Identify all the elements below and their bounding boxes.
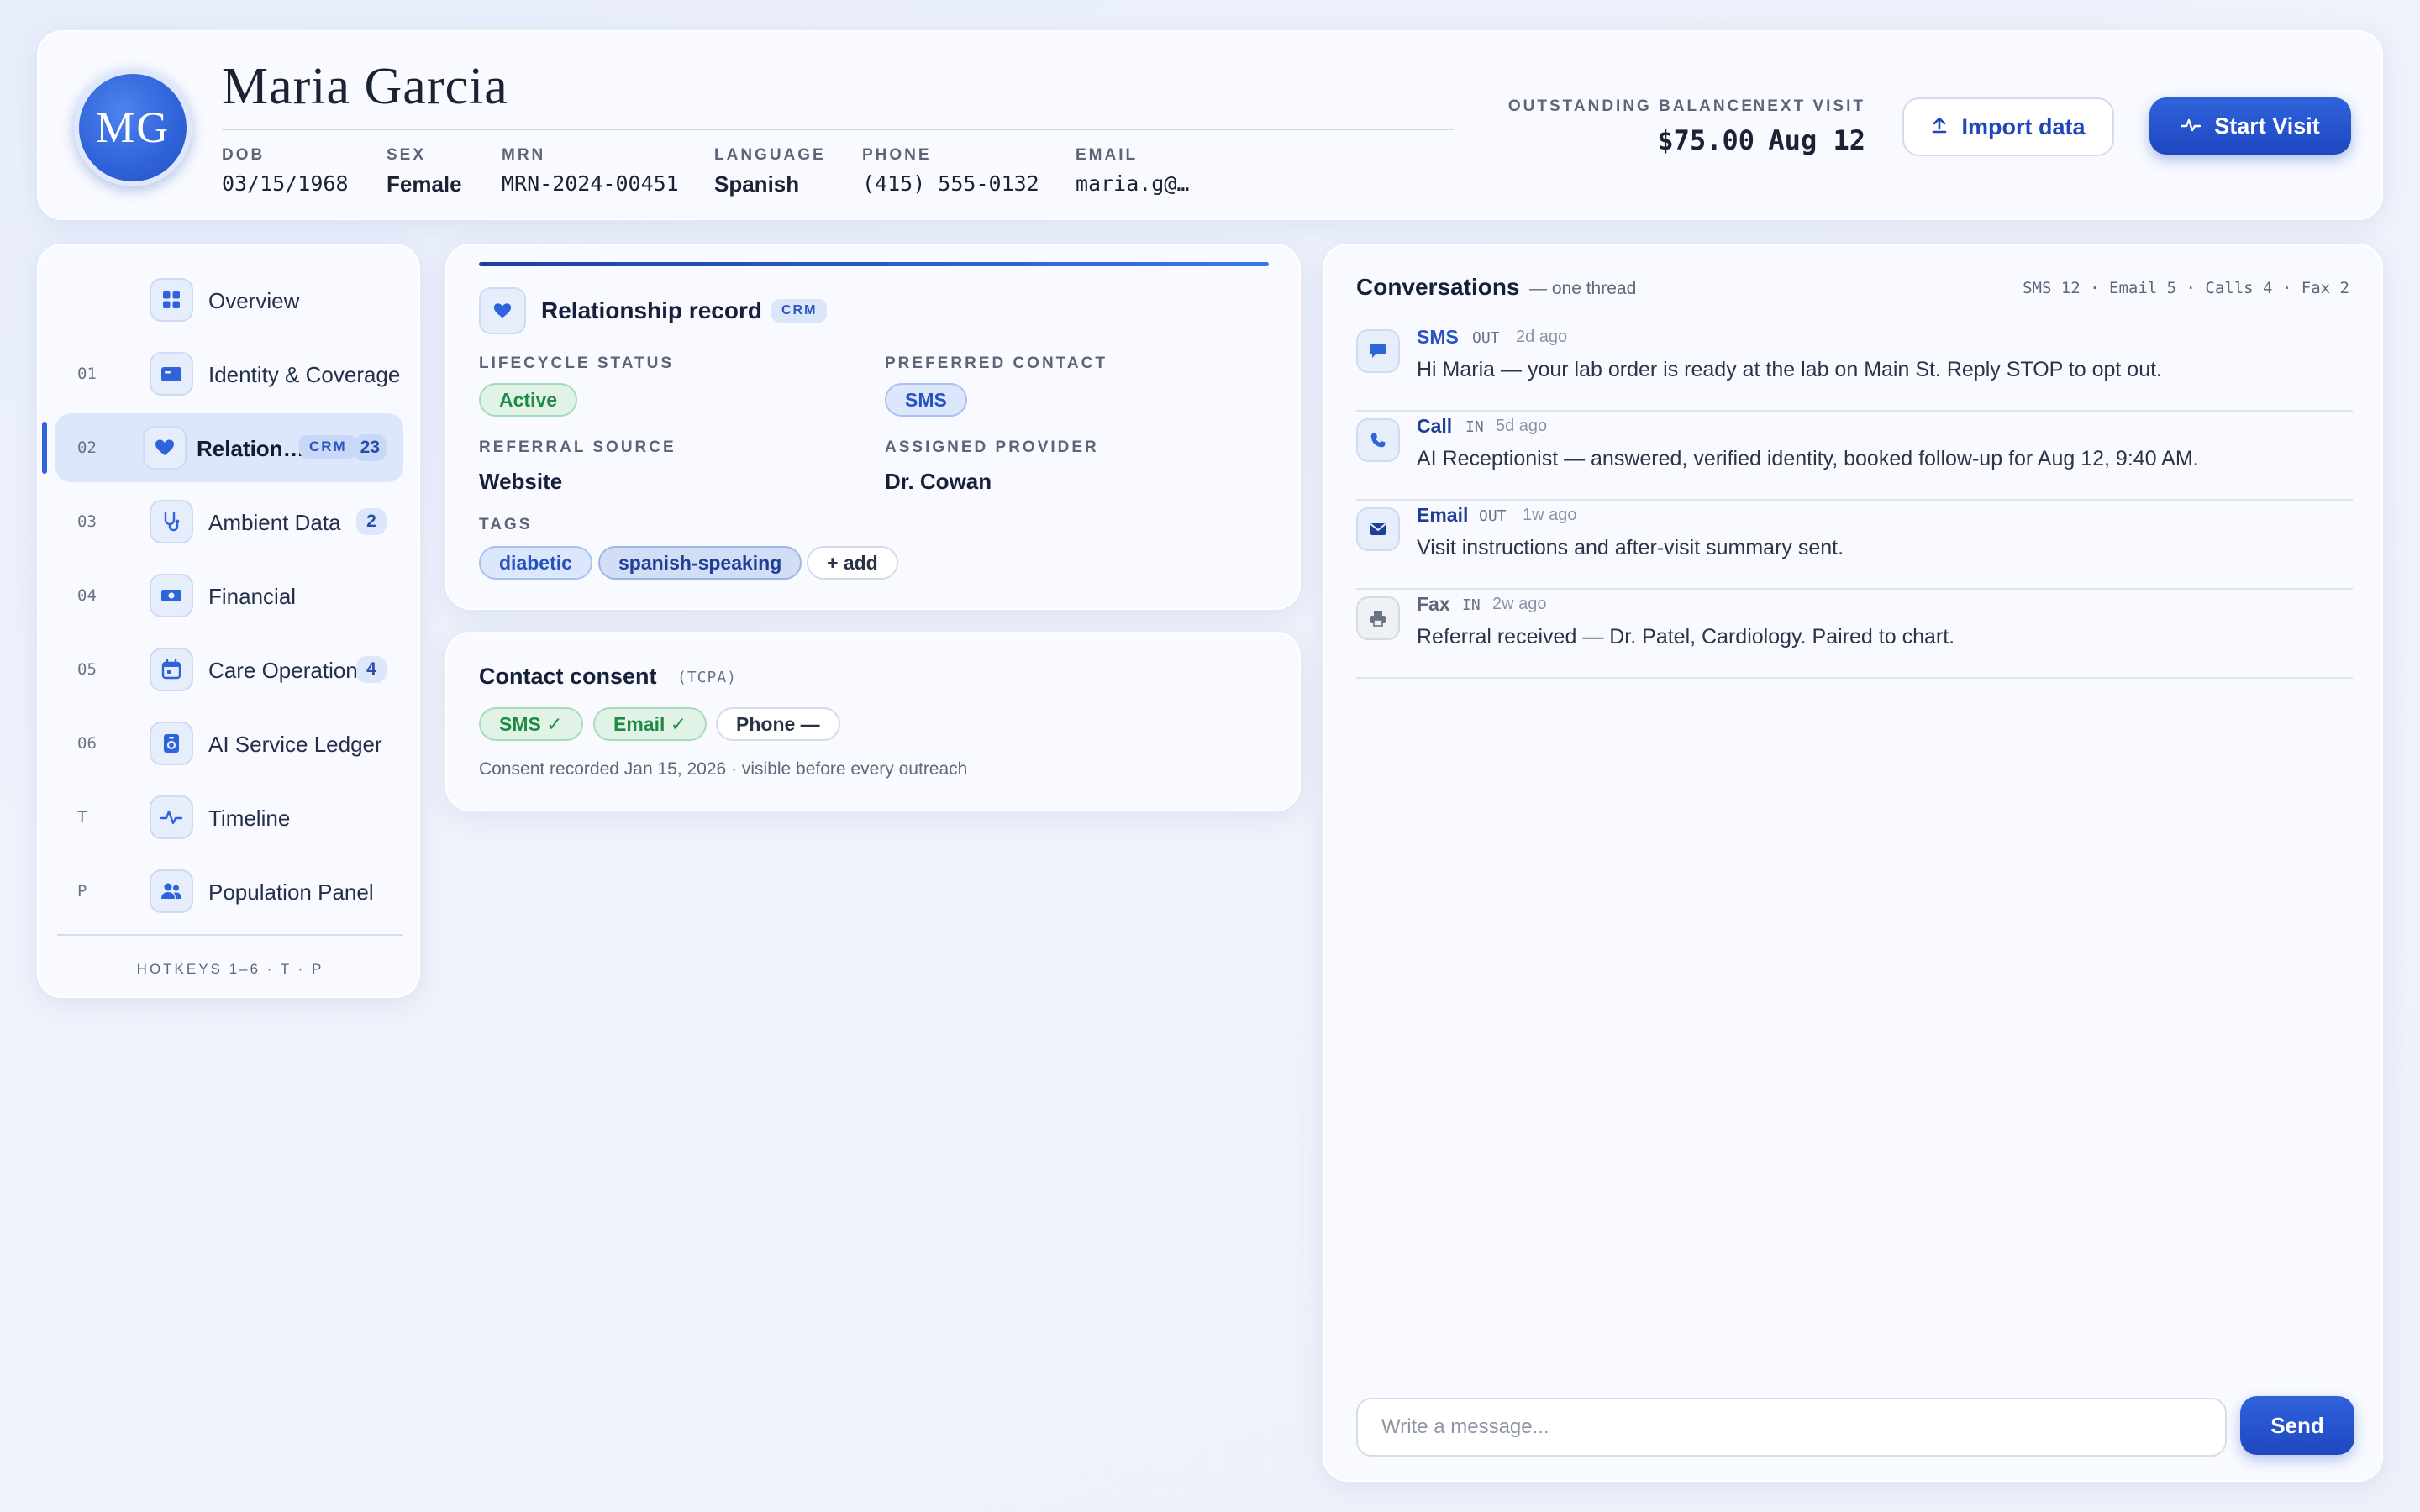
start-visit-button[interactable]: Start Visit: [2149, 97, 2351, 155]
message-body: Visit instructions and after-visit summa…: [1417, 536, 1844, 559]
ledger-icon: [150, 722, 193, 765]
sidebar-item-identity-coverage[interactable]: 01 Identity & Coverage: [55, 339, 403, 408]
people-icon: [150, 869, 193, 913]
channel-label: Fax: [1417, 593, 1450, 615]
avatar: MG: [74, 69, 192, 186]
sidebar-divider: [57, 934, 403, 936]
conversations-panel: Conversations — one thread SMS 12 · Emai…: [1323, 244, 2383, 1482]
preferred-contact-label: PREFERRED CONTACT: [885, 354, 1107, 372]
lifecycle-status-badge[interactable]: Active: [479, 383, 578, 417]
section-title: Contact consent: [479, 664, 657, 689]
channel-label: SMS: [1417, 326, 1459, 348]
direction-label: IN: [1462, 596, 1481, 614]
accent-bar: [479, 262, 1269, 266]
sidebar-item-care-operations[interactable]: 05 Care Operations 4: [55, 635, 403, 704]
section-title: Conversations: [1356, 274, 1520, 300]
active-indicator: [42, 422, 47, 474]
printer-icon: [1356, 596, 1400, 640]
referral-source-value: Website: [479, 469, 563, 494]
pulse-icon: [2181, 113, 2202, 139]
patient-header: MG Maria Garcia DOB 03/15/1968 SEX Femal…: [37, 30, 2383, 220]
message-age: 5d ago: [1496, 417, 1548, 435]
contact-consent-card: Contact consent (TCPA) SMS ✓ Email ✓ Pho…: [445, 632, 1301, 811]
consent-chip-sms[interactable]: SMS ✓: [479, 707, 583, 741]
channel-stats: SMS 12 · Email 5 · Calls 4 · Fax 2: [2023, 279, 2349, 297]
sidebar-item-timeline[interactable]: T Timeline: [55, 783, 403, 852]
upload-icon: [1931, 114, 1948, 140]
section-title: Relationship record: [541, 297, 762, 323]
message-body: AI Receptionist — answered, verified ide…: [1417, 447, 2199, 470]
heart-icon: [479, 287, 526, 334]
import-data-button[interactable]: Import data: [1902, 97, 2114, 156]
name-divider: [222, 129, 1454, 130]
phone-field: PHONE (415) 555-0132: [862, 146, 1039, 196]
heart-icon: [143, 426, 187, 470]
banknote-icon: [150, 574, 193, 617]
crm-badge: CRM: [771, 299, 828, 323]
sidebar-item-ambient-data[interactable]: 03 Ambient Data 2: [55, 487, 403, 556]
count-badge: 2: [356, 508, 387, 535]
phone-icon: [1356, 418, 1400, 462]
message-body: Referral received — Dr. Patel, Cardiolog…: [1417, 625, 1955, 648]
message-item[interactable]: SMS OUT 2d ago Hi Maria — your lab order…: [1356, 323, 2353, 412]
email-field: EMAIL maria.g@…: [1076, 146, 1190, 196]
pulse-icon: [150, 795, 193, 839]
message-input[interactable]: [1356, 1398, 2227, 1457]
tag-chip[interactable]: diabetic: [479, 546, 592, 580]
sidebar-item-relationship[interactable]: 02 Relation… CRM 23: [55, 413, 403, 482]
id-card-icon: [150, 352, 193, 396]
sidebar-item-financial[interactable]: 04 Financial: [55, 561, 403, 630]
outstanding-balance: OUTSTANDING BALANCE $75.00: [1507, 97, 1754, 156]
send-button[interactable]: Send: [2240, 1396, 2354, 1455]
message-body: Hi Maria — your lab order is ready at th…: [1417, 358, 2162, 381]
hotkeys-hint: HOTKEYS 1–6 · T · P: [136, 961, 324, 977]
sex-field: SEX Female: [387, 146, 462, 197]
section-subtitle: — one thread: [1529, 279, 1637, 298]
relationship-record-card: Relationship record CRM LIFECYCLE STATUS…: [445, 244, 1301, 610]
add-tag-button[interactable]: + add: [807, 546, 898, 580]
calendar-icon: [150, 648, 193, 691]
consent-note: Consent recorded Jan 15, 2026 · visible …: [479, 759, 968, 779]
channel-label: Email: [1417, 504, 1469, 526]
assigned-provider-value: Dr. Cowan: [885, 469, 992, 494]
consent-chip-phone[interactable]: Phone —: [716, 707, 840, 741]
grid-icon: [150, 278, 193, 322]
referral-source-label: REFERRAL SOURCE: [479, 438, 676, 456]
lifecycle-status-label: LIFECYCLE STATUS: [479, 354, 675, 372]
count-badge: 23: [353, 434, 387, 461]
chat-bubble-icon: [1356, 329, 1400, 373]
direction-label: IN: [1465, 418, 1484, 436]
tag-chip[interactable]: spanish-speaking: [598, 546, 802, 580]
sidebar-item-population-panel[interactable]: P Population Panel: [55, 857, 403, 926]
stethoscope-icon: [150, 500, 193, 543]
message-age: 2d ago: [1516, 328, 1568, 346]
mail-icon: [1356, 507, 1400, 551]
direction-label: OUT: [1479, 507, 1507, 525]
count-badge: 4: [356, 656, 387, 683]
consent-chip-email[interactable]: Email ✓: [593, 707, 708, 741]
tags-label: TAGS: [479, 516, 533, 533]
sidebar-item-overview[interactable]: Overview: [55, 265, 403, 334]
tcpa-label: (TCPA): [677, 669, 738, 686]
language-field: LANGUAGE Spanish: [714, 146, 826, 197]
sidebar-item-ai-service-ledger[interactable]: 06 AI Service Ledger: [55, 709, 403, 778]
mrn-field: MRN MRN-2024-00451: [502, 146, 679, 196]
direction-label: OUT: [1472, 329, 1500, 347]
message-item[interactable]: Fax IN 2w ago Referral received — Dr. Pa…: [1356, 590, 2353, 679]
next-visit: NEXT VISIT Aug 12: [1753, 97, 1865, 156]
crm-badge: CRM: [299, 435, 357, 459]
message-age: 1w ago: [1523, 506, 1577, 524]
dob-field: DOB 03/15/1968: [222, 146, 349, 196]
assigned-provider-label: ASSIGNED PROVIDER: [885, 438, 1099, 456]
message-item[interactable]: Call IN 5d ago AI Receptionist — answere…: [1356, 412, 2353, 501]
preferred-contact-badge[interactable]: SMS: [885, 383, 967, 417]
message-age: 2w ago: [1492, 595, 1547, 613]
patient-name: Maria Garcia: [222, 58, 508, 115]
message-item[interactable]: Email OUT 1w ago Visit instructions and …: [1356, 501, 2353, 590]
channel-label: Call: [1417, 415, 1453, 437]
section-sidebar: Overview 01 Identity & Coverage 02 Relat…: [37, 244, 420, 998]
